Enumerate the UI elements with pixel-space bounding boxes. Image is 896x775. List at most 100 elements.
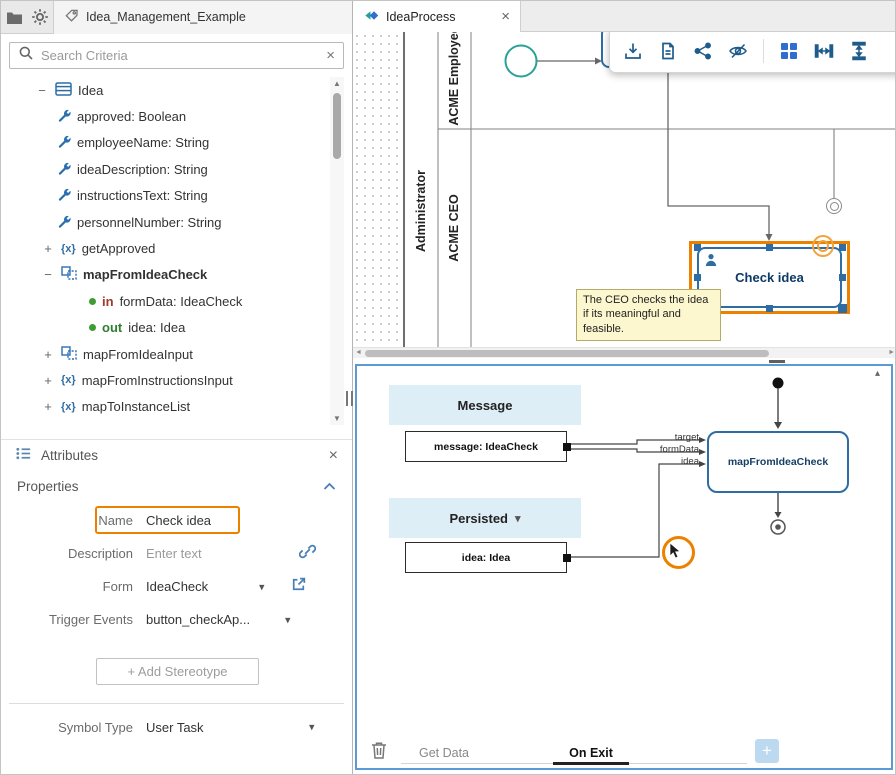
list-icon [15,445,32,467]
trigger-events-value[interactable]: button_checkAp... [146,612,250,627]
splitter-handle[interactable] [769,360,785,363]
mapping-icon [61,266,77,283]
open-external-icon[interactable] [290,576,307,598]
resize-handle[interactable] [838,304,847,313]
form-value[interactable]: IdeaCheck [146,579,208,594]
tree-item-attribute[interactable]: instructionsText: String [1,183,327,209]
symbol-type-value[interactable]: User Task [146,720,204,735]
map-from-idea-check-node[interactable]: mapFromIdeaCheck [707,431,849,493]
delete-trash-icon[interactable] [370,740,388,765]
link-icon[interactable] [299,543,316,565]
symbol-type-dropdown-icon[interactable]: ▾ [309,721,315,734]
model-tab[interactable]: Idea_Management_Example [53,1,352,34]
selection-handle[interactable] [694,274,701,281]
wrench-icon [57,134,71,151]
tree-item-mapping[interactable]: + mapFromIdeaInput [1,341,327,367]
scrollbar-thumb[interactable] [365,350,769,357]
trigger-dropdown-icon[interactable]: ▾ [285,613,291,626]
expand-icon[interactable]: + [41,241,55,256]
tree-item-attribute[interactable]: ideaDescription: String [1,156,327,182]
expand-icon[interactable]: + [41,347,55,362]
tree-item-param-in[interactable]: in formData: IdeaCheck [1,288,327,314]
tree-item-function[interactable]: + {x} mapFromInstructionsInput [1,367,327,393]
tree-item-attribute[interactable]: employeeName: String [1,130,327,156]
selection-handle[interactable] [839,274,846,281]
property-row-symbol-type: Symbol Type User Task ▾ [1,713,352,741]
intermediate-event-icon[interactable] [826,198,842,214]
tree-item-mapping-selected[interactable]: − mapFromIdeaCheck [1,262,327,288]
annotation-note[interactable]: The CEO checks the idea if its meaningfu… [576,289,721,341]
tree-item-label: ideaDescription: String [77,162,208,177]
divider [9,703,344,704]
scroll-up-icon[interactable]: ▲ [330,79,344,88]
hide-eye-off-icon[interactable] [728,41,748,61]
selection-handle[interactable] [766,244,773,251]
click-highlight-ring [662,536,695,569]
wrench-icon [57,214,71,231]
entity-icon [55,82,72,99]
selection-handle[interactable] [766,305,773,312]
add-stereotype-button[interactable]: + Add Stereotype [96,658,259,685]
floating-toolbar [609,32,896,73]
wrench-icon [57,187,71,204]
close-tab-icon[interactable]: × [501,8,510,25]
scroll-right-icon[interactable]: ► [888,349,895,356]
tab-label: IdeaProcess [386,10,455,24]
distribute-vertical-icon[interactable] [849,41,869,61]
wrench-icon [57,161,71,178]
tab-get-data[interactable]: Get Data [399,746,489,760]
selection-handle[interactable] [839,244,846,251]
gear-icon[interactable] [27,1,53,34]
scrollbar-thumb[interactable] [333,93,341,159]
tree-item-idea[interactable]: − Idea [1,77,327,103]
canvas-horizontal-scrollbar[interactable]: ◄ ► [353,347,896,358]
document-icon[interactable] [658,41,678,61]
scroll-left-icon[interactable]: ◄ [355,349,362,356]
tree-item-label: instructionsText: String [77,188,208,203]
boundary-event-highlight[interactable] [812,235,834,257]
clear-search-icon[interactable]: × [326,47,335,64]
pool-label-administrator: Administrator [414,170,428,252]
tiles-layout-icon[interactable] [779,41,799,61]
panel-resize-grip[interactable] [346,391,353,406]
distribute-horizontal-icon[interactable] [814,41,834,61]
import-download-icon[interactable] [623,41,643,61]
lane-label-acme-employee: ACME Employee [447,32,461,126]
chevron-up-icon[interactable] [323,482,336,491]
tree-scrollbar[interactable]: ▲ ▼ [330,77,344,425]
close-attributes-icon[interactable]: × [329,447,338,465]
port-label-idea: idea [655,456,699,467]
expand-icon[interactable]: + [41,373,55,388]
collapse-icon[interactable]: − [41,267,55,282]
tree-item-function[interactable]: + {x} mapToInstanceList [1,394,327,420]
mapping-icon [61,346,77,363]
expand-icon[interactable]: + [41,399,55,414]
scroll-down-icon[interactable]: ▼ [330,414,344,423]
search-input[interactable] [41,48,319,63]
tree-item-param-out[interactable]: out idea: Idea [1,315,327,341]
tree-item-function[interactable]: + {x} getApproved [1,235,327,261]
form-dropdown-icon[interactable]: ▾ [259,580,265,593]
description-value[interactable]: Enter text [146,546,202,561]
add-tab-button[interactable]: + [755,739,779,763]
mapping-editor-panel[interactable]: ▴ Message message: IdeaCheck Persisted ▾… [355,364,893,770]
folder-icon[interactable] [1,1,27,34]
tab-idea-process[interactable]: IdeaProcess × [353,1,521,32]
properties-section-header[interactable]: Properties [1,471,352,501]
share-icon[interactable] [693,41,713,61]
symbol-type-label: Symbol Type [1,720,133,735]
selection-handle[interactable] [694,244,701,251]
port-label-formdata: formData [655,444,699,455]
tree-item-attribute[interactable]: personnelNumber: String [1,209,327,235]
name-value[interactable]: Check idea [146,513,211,528]
tree-item-attribute[interactable]: approved: Boolean [1,103,327,129]
port-label-target: target [655,432,699,443]
application-window: Idea_Management_Example × − Idea approve… [0,0,896,775]
bpmn-canvas[interactable]: Administrator ACME Employee ACME CEO Che… [353,32,896,347]
task-label: Check idea [735,270,804,285]
toolbar-separator [763,39,764,63]
active-tab-underline [553,762,629,765]
tree-item-label: personnelNumber: String [77,215,222,230]
tab-on-exit[interactable]: On Exit [546,746,636,760]
collapse-icon[interactable]: − [35,83,49,98]
